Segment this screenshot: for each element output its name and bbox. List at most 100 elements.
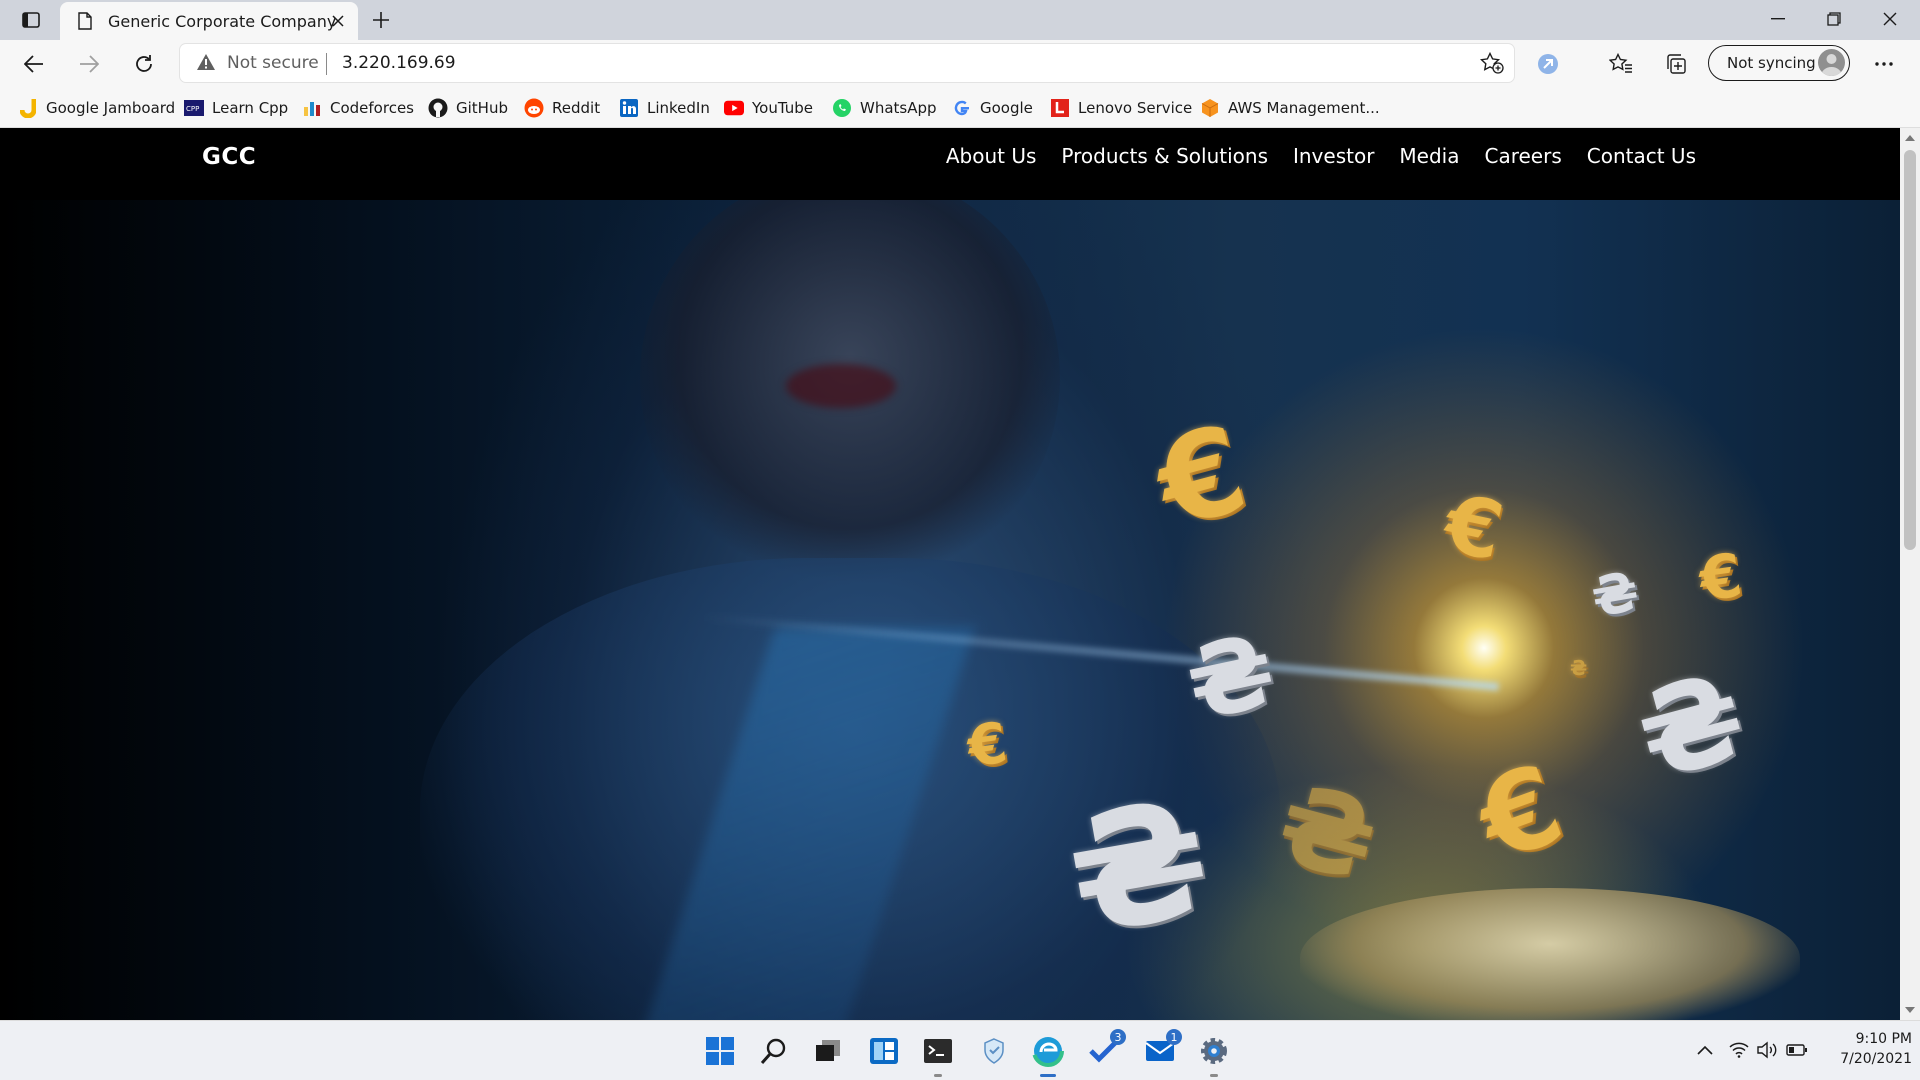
widgets-icon[interactable] bbox=[864, 1031, 904, 1071]
vpn-app-icon[interactable] bbox=[974, 1031, 1014, 1071]
scroll-up-icon[interactable] bbox=[1904, 132, 1916, 144]
linkedin-icon bbox=[619, 98, 639, 118]
todo-icon[interactable]: 3 bbox=[1084, 1029, 1126, 1071]
bookmark-label: Learn Cpp bbox=[212, 99, 289, 117]
more-options-icon[interactable] bbox=[1868, 48, 1900, 80]
avatar-icon bbox=[1818, 49, 1845, 76]
hryvnia-symbol: ₴ bbox=[1586, 559, 1644, 630]
restore-icon[interactable] bbox=[1806, 0, 1862, 38]
title-bar: Generic Corporate Company bbox=[0, 0, 1920, 40]
tab-title: Generic Corporate Company bbox=[108, 11, 337, 31]
google-icon bbox=[952, 98, 972, 118]
bookmark-google[interactable]: Google bbox=[952, 96, 1033, 120]
system-clock[interactable]: 9:10 PM 7/20/2021 bbox=[1822, 1029, 1912, 1069]
bookmark-learn-cpp[interactable]: CPP Learn Cpp bbox=[184, 96, 288, 120]
jamboard-icon bbox=[18, 98, 38, 118]
bookmark-label: LinkedIn bbox=[647, 99, 710, 117]
euro-symbol: € bbox=[1462, 739, 1579, 887]
nav-media[interactable]: Media bbox=[1399, 144, 1459, 168]
minimize-icon[interactable] bbox=[1750, 0, 1806, 38]
tab-actions-icon[interactable] bbox=[14, 6, 48, 34]
address-divider bbox=[326, 53, 327, 75]
clock-time: 9:10 PM bbox=[1855, 1031, 1912, 1047]
extension-icon[interactable] bbox=[1532, 48, 1564, 80]
nav-about-us[interactable]: About Us bbox=[946, 144, 1037, 168]
profile-sync-button[interactable]: Not syncing bbox=[1708, 45, 1850, 81]
volume-icon[interactable] bbox=[1756, 1039, 1778, 1061]
active-indicator bbox=[1040, 1074, 1056, 1077]
task-view-icon[interactable] bbox=[808, 1031, 848, 1071]
mail-icon[interactable]: 1 bbox=[1140, 1029, 1182, 1071]
security-label[interactable]: Not secure bbox=[227, 53, 319, 73]
euro-symbol: € bbox=[1143, 399, 1260, 556]
bookmark-codeforces[interactable]: Codeforces bbox=[302, 96, 414, 120]
close-window-icon[interactable] bbox=[1862, 0, 1918, 38]
search-icon[interactable] bbox=[754, 1031, 794, 1071]
hryvnia-symbol: ₴ bbox=[1570, 656, 1588, 680]
browser-toolbar: Not secure 3.220.169.69 Not syncing bbox=[0, 40, 1920, 88]
running-indicator bbox=[934, 1074, 942, 1077]
battery-icon[interactable] bbox=[1786, 1039, 1808, 1061]
bookmark-lenovo-service[interactable]: Lenovo Service bbox=[1050, 96, 1192, 120]
sync-label: Not syncing bbox=[1727, 54, 1816, 72]
add-favorite-icon[interactable] bbox=[1480, 52, 1504, 74]
favorites-icon[interactable] bbox=[1605, 48, 1637, 80]
site-header: GCC About Us Products & Solutions Invest… bbox=[0, 128, 1900, 200]
running-indicator bbox=[1210, 1074, 1218, 1077]
bookmark-label: Codeforces bbox=[330, 99, 414, 117]
todo-badge: 3 bbox=[1110, 1029, 1126, 1045]
youtube-icon bbox=[724, 98, 744, 118]
collections-icon[interactable] bbox=[1660, 48, 1692, 80]
euro-symbol: € bbox=[1437, 476, 1511, 579]
nav-investor[interactable]: Investor bbox=[1293, 144, 1374, 168]
bookmark-github[interactable]: GitHub bbox=[428, 96, 508, 120]
bookmark-linkedin[interactable]: LinkedIn bbox=[619, 96, 710, 120]
site-nav: About Us Products & Solutions Investor M… bbox=[921, 144, 1696, 168]
scroll-down-icon[interactable] bbox=[1904, 1004, 1916, 1016]
clock-date: 7/20/2021 bbox=[1840, 1051, 1912, 1067]
new-tab-icon[interactable] bbox=[366, 6, 396, 34]
address-bar[interactable]: Not secure 3.220.169.69 bbox=[180, 44, 1514, 82]
euro-symbol: € bbox=[1695, 540, 1747, 616]
tab-active[interactable]: Generic Corporate Company bbox=[60, 2, 358, 40]
mail-badge: 1 bbox=[1166, 1029, 1182, 1045]
terminal-icon[interactable] bbox=[918, 1031, 958, 1077]
hero-hand bbox=[1300, 888, 1800, 1020]
wifi-icon[interactable] bbox=[1728, 1039, 1750, 1061]
bookmark-label: GitHub bbox=[456, 99, 508, 117]
bookmark-google-jamboard[interactable]: Google Jamboard bbox=[18, 96, 175, 120]
nav-products-solutions[interactable]: Products & Solutions bbox=[1061, 144, 1268, 168]
github-icon bbox=[428, 98, 448, 118]
bookmark-youtube[interactable]: YouTube bbox=[724, 96, 813, 120]
forward-icon[interactable] bbox=[71, 46, 107, 82]
codeforces-icon bbox=[302, 98, 322, 118]
hero-section: € € ₴ € ₴ ₴ € ₴ ₴ € ₴ GCC About Us Produ… bbox=[0, 128, 1900, 1020]
reddit-icon bbox=[524, 98, 544, 118]
start-icon[interactable] bbox=[700, 1031, 740, 1071]
bookmark-reddit[interactable]: Reddit bbox=[524, 96, 600, 120]
bookmark-aws-management[interactable]: AWS Management... bbox=[1200, 96, 1380, 120]
site-logo[interactable]: GCC bbox=[202, 144, 256, 170]
svg-text:CPP: CPP bbox=[186, 105, 199, 113]
back-icon[interactable] bbox=[16, 46, 52, 82]
bookmark-label: Lenovo Service bbox=[1078, 99, 1193, 117]
url-text[interactable]: 3.220.169.69 bbox=[342, 53, 456, 73]
hryvnia-symbol: ₴ bbox=[1054, 763, 1223, 972]
hryvnia-symbol: ₴ bbox=[1265, 758, 1390, 908]
page-icon bbox=[74, 10, 96, 32]
refresh-icon[interactable] bbox=[126, 46, 162, 82]
whatsapp-icon bbox=[832, 98, 852, 118]
nav-careers[interactable]: Careers bbox=[1485, 144, 1562, 168]
bookmark-whatsapp[interactable]: WhatsApp bbox=[832, 96, 937, 120]
page-scrollbar[interactable] bbox=[1900, 128, 1920, 1020]
hryvnia-symbol: ₴ bbox=[1623, 647, 1760, 808]
scrollbar-thumb[interactable] bbox=[1904, 150, 1916, 550]
bookmark-label: Google Jamboard bbox=[46, 99, 176, 117]
bookmark-label: WhatsApp bbox=[860, 99, 937, 117]
nav-contact-us[interactable]: Contact Us bbox=[1587, 144, 1696, 168]
close-tab-icon[interactable] bbox=[326, 9, 350, 33]
settings-icon[interactable] bbox=[1194, 1031, 1234, 1077]
warning-icon[interactable] bbox=[196, 53, 216, 71]
edge-icon[interactable] bbox=[1028, 1031, 1068, 1077]
chevron-up-icon[interactable] bbox=[1694, 1039, 1716, 1061]
